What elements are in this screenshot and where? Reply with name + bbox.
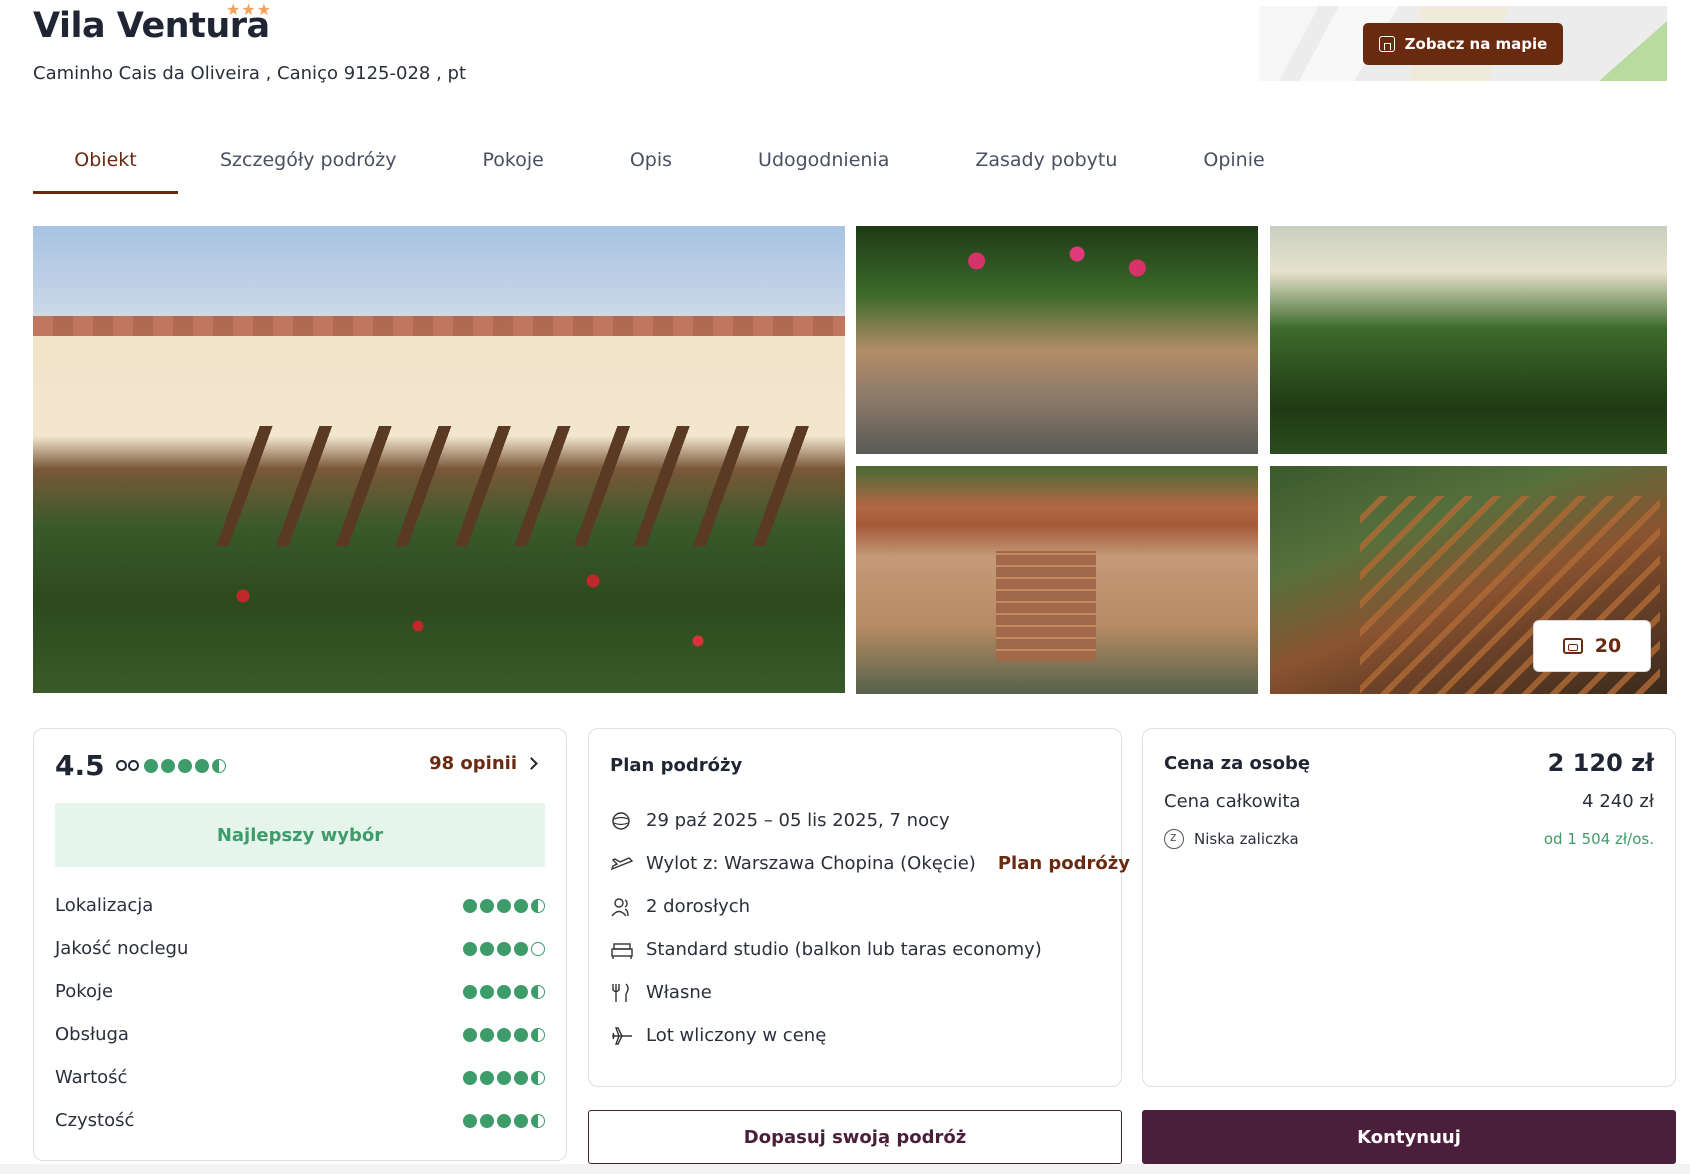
rating-row-label: Pokoje [55,981,114,1002]
customize-trip-button[interactable]: Dopasuj swoją podróż [588,1110,1122,1164]
price-total-row: Cena całkowita 4 240 zł [1164,791,1654,812]
tab-rooms[interactable]: Pokoje [483,140,544,194]
gallery-photo-bbq[interactable] [856,466,1258,694]
deposit-label: Niska zaliczka [1194,830,1299,848]
plan-room-text: Standard studio (balkon lub taras econom… [646,939,1042,960]
plane-icon [610,1025,634,1047]
plan-guests: 2 dorosłych [610,885,1110,928]
rating-row: Pokoje [55,970,545,1013]
price-card: Cena za osobę 2 120 zł Cena całkowita 4 … [1142,728,1676,1087]
plan-flight-text: Lot wliczony w cenę [646,1025,827,1046]
users-icon [610,896,634,918]
rating-row-dots [463,898,545,913]
rating-row-label: Jakość noclegu [55,938,189,959]
show-on-map-label: Zobacz na mapie [1404,35,1548,53]
rating-row-dots [463,941,545,956]
travel-plan-list: 29 paź 2025 – 05 lis 2025, 7 nocy Wylot … [610,799,1130,1057]
plan-guests-text: 2 dorosłych [646,896,751,917]
rating-row-dots [463,984,545,999]
rating-row: Czystość [55,1099,545,1142]
deposit-value: od 1 504 zł/os. [1543,830,1654,848]
tab-travel-details[interactable]: Szczegóły podróży [220,140,397,194]
rating-score: 4.5 [55,749,105,782]
cutlery-icon [610,982,634,1004]
hotel-stars-icon: ★★★ [226,0,273,19]
show-on-map-button[interactable]: Zobacz na mapie [1363,23,1563,65]
tab-amenities[interactable]: Udogodnienia [758,140,889,194]
rating-row: Obsługa [55,1013,545,1056]
plane-takeoff-icon [610,853,634,875]
plan-board: Własne [610,971,1110,1014]
page-bottom-strip [0,1164,1690,1174]
tab-house-rules[interactable]: Zasady pobytu [975,140,1117,194]
plan-departure-text: Wylot z: Warszawa Chopina (Okęcie) [646,853,976,874]
rating-row: Wartość [55,1056,545,1099]
rating-card: 4.5 98 opinii Najlepszy wybór Lokalizacj… [33,728,567,1161]
rating-row-dots [463,1070,545,1085]
rating-row-dots [463,1027,545,1042]
plan-room: Standard studio (balkon lub taras econom… [610,928,1110,971]
plan-board-text: Własne [646,982,712,1003]
reviews-link[interactable]: 98 opinii [429,753,538,774]
gallery-main-photo[interactable] [33,226,845,693]
continue-button[interactable]: Kontynuuj [1142,1110,1676,1164]
rating-dots [144,759,226,773]
plan-departure: Wylot z: Warszawa Chopina (Okęcie) Plan … [610,842,1130,885]
deposit-row: Niska zaliczka od 1 504 zł/os. [1164,829,1654,849]
photo-count-label: 20 [1594,635,1622,657]
price-total-label: Cena całkowita [1164,791,1301,812]
rating-row-dots [463,1113,545,1128]
rating-row-label: Obsługa [55,1024,129,1045]
reviews-link-label: 98 opinii [429,753,517,774]
plan-itinerary-link[interactable]: Plan podróży [998,853,1130,874]
hotel-address: Caminho Cais da Oliveira , Caniço 9125-0… [33,63,467,84]
rating-row: Jakość noclegu [55,927,545,970]
rating-row-label: Czystość [55,1110,135,1131]
building-icon [1378,36,1395,52]
price-total-value: 4 240 zł [1582,791,1654,812]
gallery-icon [1562,638,1583,654]
calendar-globe-icon [610,810,634,832]
chevron-right-icon [525,757,538,770]
deposit-icon [1164,829,1184,849]
rating-row-label: Wartość [55,1067,128,1088]
rating-row: Lokalizacja [55,884,545,927]
section-tabs: Obiekt Szczegóły podróży Pokoje Opis Udo… [33,140,1265,194]
plan-dates: 29 paź 2025 – 05 lis 2025, 7 nocy [610,799,1110,842]
tripadvisor-icon [116,759,140,773]
travel-plan-title: Plan podróży [610,755,743,776]
rating-categories: Lokalizacja Jakość noclegu Pokoje Obsług… [55,884,545,1142]
tab-obiekt[interactable]: Obiekt [33,140,178,194]
gallery-photo-garden[interactable] [1270,226,1667,454]
tab-reviews[interactable]: Opinie [1203,140,1264,194]
price-per-person-label: Cena za osobę [1164,752,1311,774]
travel-plan-card: Plan podróży 29 paź 2025 – 05 lis 2025, … [588,728,1130,1087]
tab-description[interactable]: Opis [630,140,672,194]
gallery-photo-courtyard[interactable] [856,226,1258,454]
bed-icon [610,939,634,961]
plan-dates-text: 29 paź 2025 – 05 lis 2025, 7 nocy [646,810,950,831]
best-choice-badge: Najlepszy wybór [55,803,545,867]
rating-row-label: Lokalizacja [55,895,154,916]
plan-flight: Lot wliczony w cenę [610,1014,1110,1057]
photo-count-button[interactable]: 20 [1533,620,1651,672]
price-per-person-row: Cena za osobę 2 120 zł [1164,749,1654,777]
price-per-person-value: 2 120 zł [1547,749,1654,777]
